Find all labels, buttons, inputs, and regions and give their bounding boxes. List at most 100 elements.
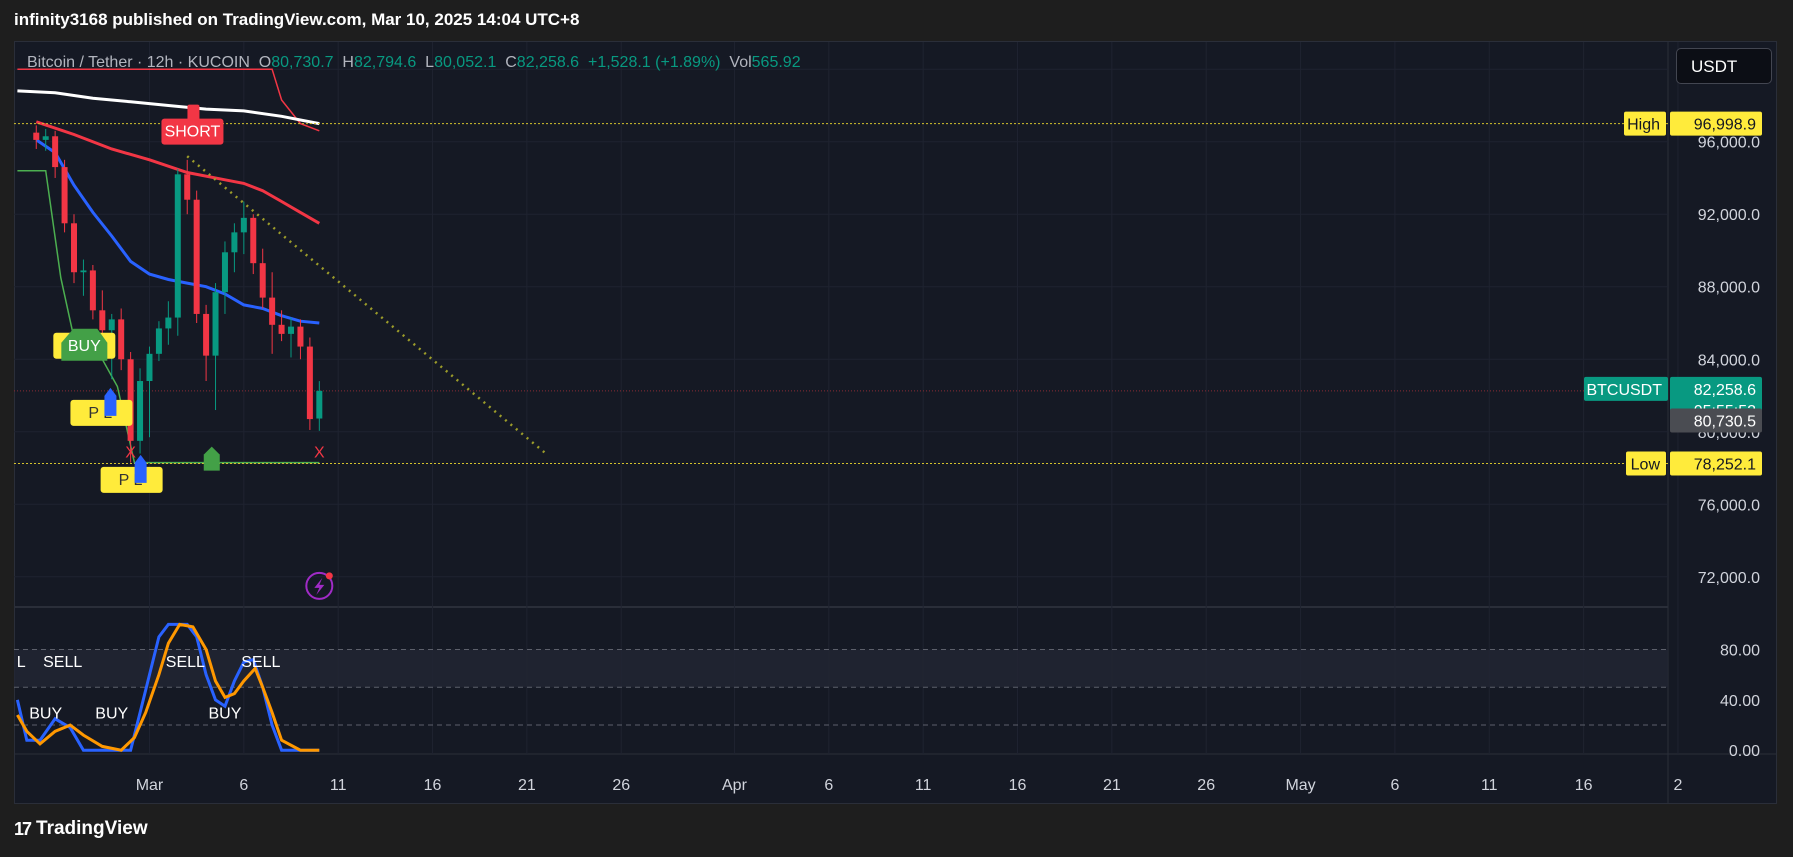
- osc-signal-label: SELL: [166, 654, 205, 671]
- currency-button[interactable]: USDT: [1676, 48, 1772, 84]
- close-label: C: [505, 54, 517, 71]
- candle-body: [71, 223, 78, 273]
- candle-body: [316, 390, 323, 419]
- candle-body: [108, 319, 115, 331]
- time-tick-label: 6: [824, 777, 833, 794]
- candle-body: [165, 317, 172, 329]
- candle-body: [61, 167, 68, 224]
- x-mark-label: X: [125, 445, 136, 462]
- time-tick-label: 26: [612, 777, 630, 794]
- symbol-tag-label: BTCUSDT: [1586, 382, 1662, 399]
- short-signal-label: SHORT: [165, 124, 221, 141]
- candle-body: [174, 174, 181, 318]
- time-tick-label: 6: [1390, 777, 1399, 794]
- osc-tick-label: 0.00: [1729, 743, 1760, 760]
- change-value: +1,528.1 (+1.89%): [587, 54, 721, 71]
- candle-body: [269, 297, 276, 325]
- open-price-tag: 80,730.5: [1694, 414, 1756, 431]
- osc-signal-label: BUY: [95, 705, 128, 722]
- price-tick-label: 72,000.0: [1698, 570, 1760, 587]
- ohlc-legend: Bitcoin / Tether · 12h · KUCOIN O80,730.…: [27, 54, 801, 72]
- candle-body: [137, 381, 144, 441]
- osc-signal-label: L: [17, 654, 26, 671]
- time-tick-label: May: [1285, 777, 1315, 794]
- footer-brand[interactable]: 17 TradingView: [14, 818, 148, 840]
- candle-body: [278, 324, 285, 334]
- price-tick-label: 76,000.0: [1698, 497, 1760, 514]
- candle-body: [203, 313, 210, 356]
- low-label: L: [425, 54, 435, 71]
- time-tick-label: 2: [1674, 777, 1683, 794]
- high-label: H: [342, 54, 354, 71]
- time-tick-label: 16: [1575, 777, 1593, 794]
- symbol-title[interactable]: Bitcoin / Tether · 12h · KUCOIN: [27, 54, 250, 71]
- high-tag-label: High: [1627, 117, 1660, 134]
- high-price-tag: 96,998.9: [1694, 117, 1756, 134]
- time-tick-label: 11: [330, 777, 347, 794]
- time-tick-label: 16: [424, 777, 442, 794]
- price-pane: SHORTBUYP LP LX X: [14, 68, 1668, 600]
- candle-body: [80, 270, 87, 273]
- pl-signal-marker: [104, 387, 117, 416]
- candle-body: [99, 310, 106, 331]
- low-value: 80,052.1: [434, 54, 497, 71]
- candle-body: [240, 217, 247, 233]
- candle-body: [231, 232, 238, 253]
- buy-signal-label: BUY: [68, 338, 101, 355]
- candle-body: [155, 328, 162, 354]
- time-tick-label: Mar: [136, 777, 164, 794]
- alert-dot-icon: [325, 572, 333, 580]
- time-tick-label: 6: [239, 777, 248, 794]
- time-axis[interactable]: Mar 6 11 16 21 26 Apr 6 11 16 21 26 May 6 11 16 2: [136, 777, 1683, 794]
- lightning-bolt-icon: [314, 577, 325, 595]
- time-tick-label: Apr: [722, 777, 748, 794]
- time-tick-label: 16: [1009, 777, 1027, 794]
- candle-body: [89, 270, 96, 311]
- price-tick-label: 84,000.0: [1698, 352, 1760, 369]
- price-tick-label: 92,000.0: [1698, 207, 1760, 224]
- candle-body: [221, 252, 228, 293]
- close-value: 82,258.6: [516, 54, 580, 71]
- candle-body: [212, 292, 219, 356]
- brand-name: TradingView: [36, 818, 148, 839]
- time-tick-label: 11: [1481, 777, 1498, 794]
- short-signal-marker: [187, 104, 200, 121]
- price-tick-label: 88,000.0: [1698, 280, 1760, 297]
- high-value: 82,794.6: [353, 54, 417, 71]
- last-price-tag: 82,258.6: [1694, 382, 1756, 399]
- candle-body: [184, 174, 191, 200]
- low-tag-label: Low: [1631, 456, 1661, 473]
- osc-tick-label: 80.00: [1720, 643, 1760, 660]
- time-tick-label: 11: [915, 777, 932, 794]
- candle-body: [306, 346, 313, 420]
- time-tick-label: 26: [1197, 777, 1215, 794]
- candle-body: [259, 263, 266, 298]
- low-price-tag: 78,252.1: [1694, 456, 1756, 473]
- tradingview-logo-icon: 17: [14, 818, 32, 839]
- candle-body: [33, 132, 40, 140]
- up-arrow-marker: [203, 446, 220, 471]
- grid-lines: [14, 42, 1777, 803]
- candle-body: [288, 326, 295, 334]
- candle-body: [52, 136, 59, 168]
- candle-body: [146, 353, 153, 382]
- volume-label: Vol: [729, 54, 752, 71]
- volume-value: 565.92: [751, 54, 801, 71]
- candle-body: [193, 199, 200, 314]
- time-tick-label: 21: [518, 777, 536, 794]
- candle-body: [297, 326, 304, 347]
- osc-signal-label: BUY: [209, 705, 242, 722]
- open-label: O: [258, 54, 272, 71]
- time-tick-label: 21: [1103, 777, 1121, 794]
- candle-body: [42, 136, 49, 140]
- oscillator-pane: L SELL SELL SELL BUY BUY BUY: [14, 622, 1668, 752]
- candle-body: [118, 319, 125, 360]
- osc-signal-label: BUY: [29, 705, 62, 722]
- open-value: 80,730.7: [271, 54, 334, 71]
- candle-body: [250, 217, 257, 264]
- osc-signal-label: SELL: [241, 654, 280, 671]
- price-tick-label: 96,000.0: [1698, 135, 1760, 152]
- osc-tick-label: 40.00: [1720, 693, 1760, 710]
- x-mark-label: X: [314, 445, 325, 462]
- chart-canvas[interactable]: SHORTBUYP LP LX X L SELL SELL SELLBUY BUY BUY …: [0, 0, 1793, 857]
